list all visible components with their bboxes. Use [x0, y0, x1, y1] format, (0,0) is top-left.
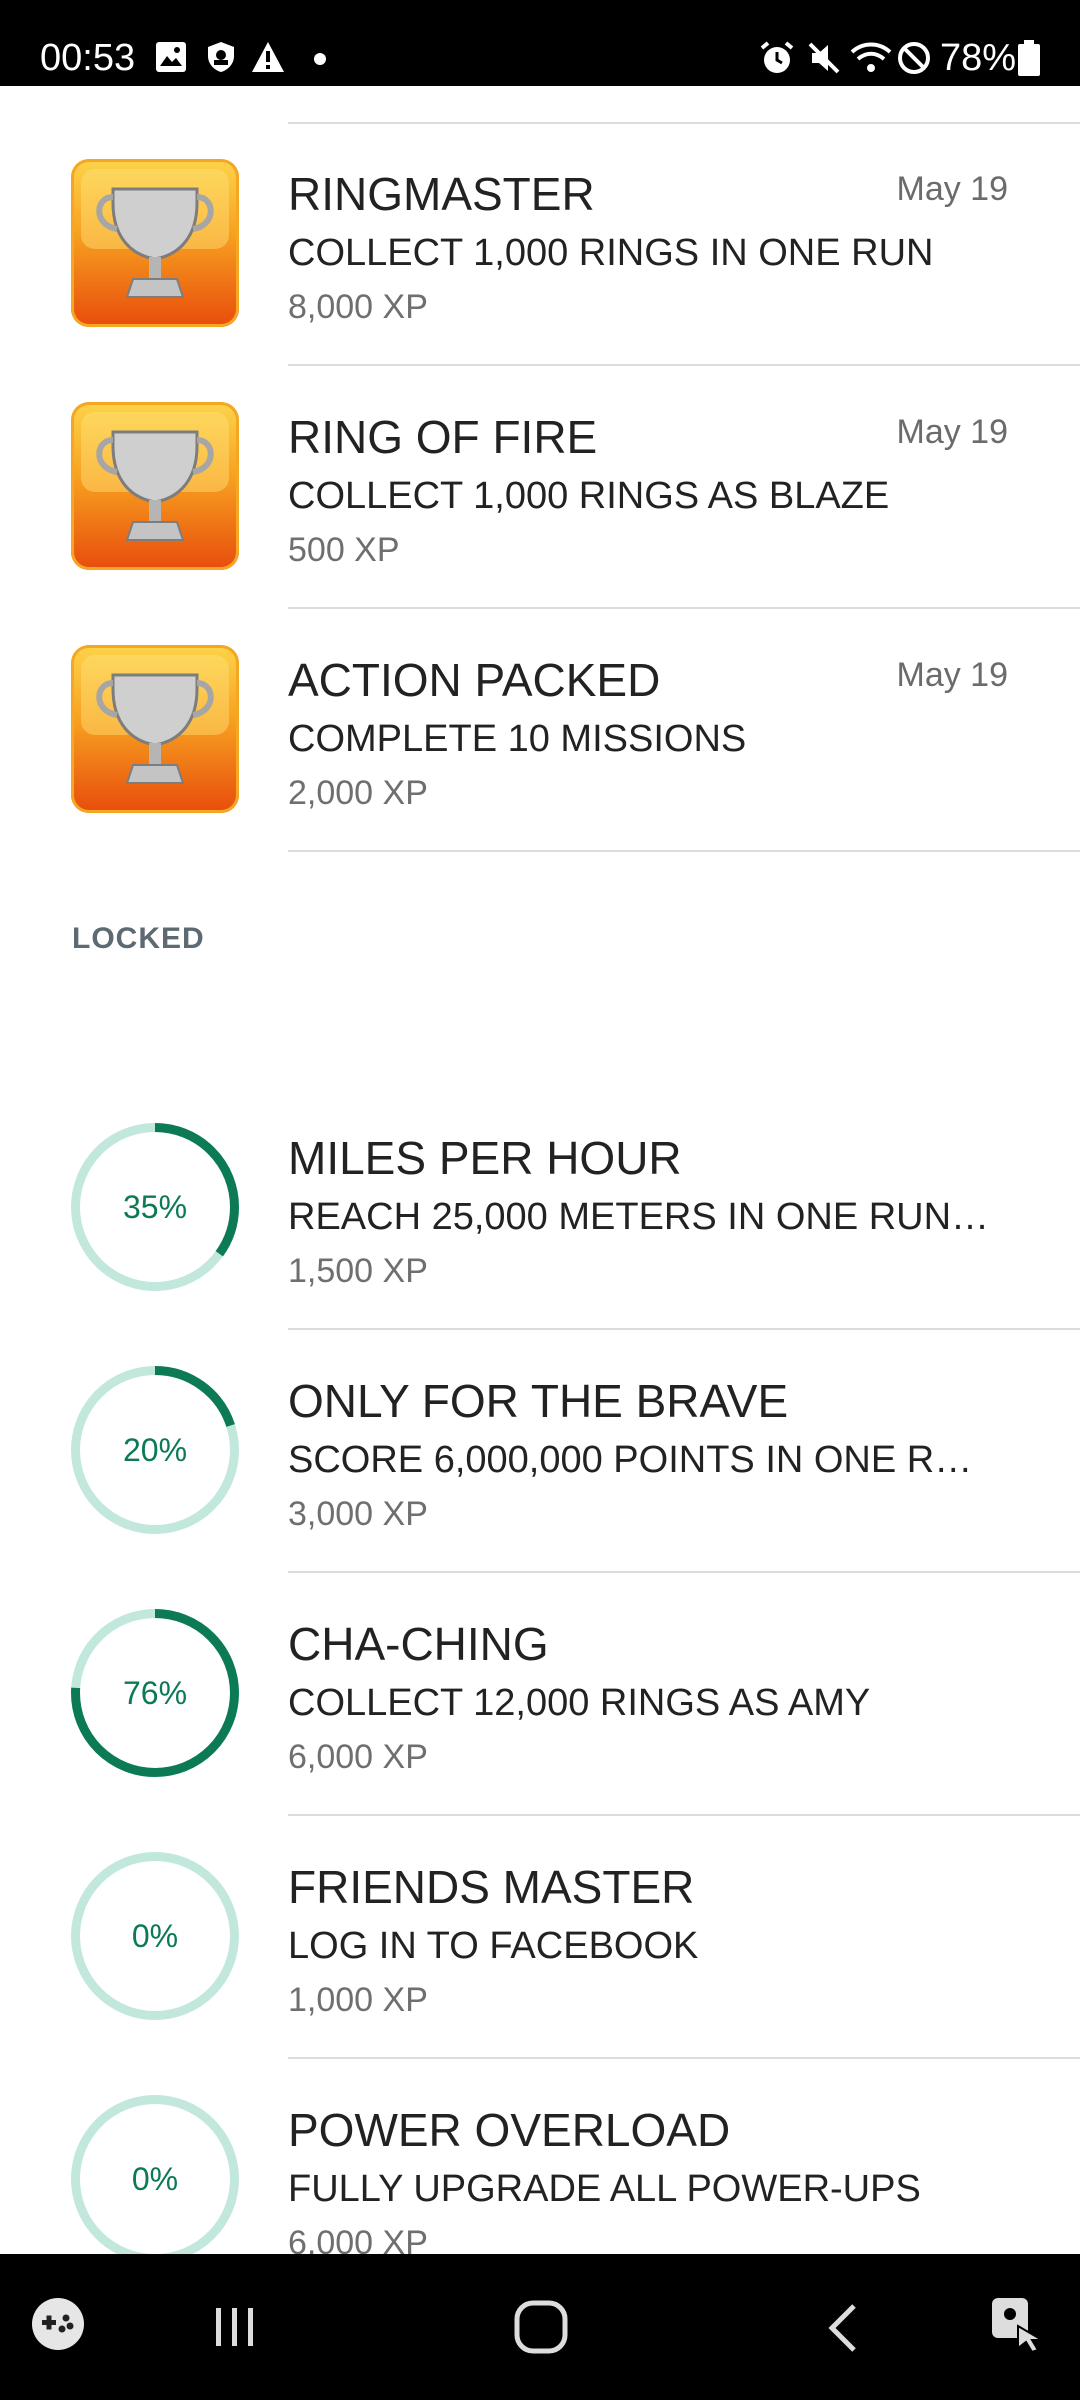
achievement-description: LOG IN TO FACEBOOK	[288, 1925, 699, 1967]
divider	[288, 850, 1080, 852]
section-header-locked: LOCKED	[72, 922, 205, 955]
achievement-row-locked[interactable]: 35% MILES PER HOUR REACH 25,000 METERS I…	[0, 1087, 1080, 1330]
dnd-icon	[896, 40, 932, 81]
achievement-row-locked[interactable]: 0% POWER OVERLOAD FULLY UPGRADE ALL POWE…	[0, 2059, 1080, 2254]
battery-icon	[1018, 40, 1040, 81]
achievement-xp: 2,000 XP	[288, 774, 428, 812]
achievement-row-locked[interactable]: 76% CHA-CHING COLLECT 12,000 RINGS AS AM…	[0, 1573, 1080, 1816]
achievement-title: CHA-CHING	[288, 1618, 549, 1670]
trophy-icon	[71, 402, 239, 570]
achievement-description: COLLECT 12,000 RINGS AS AMY	[288, 1682, 871, 1724]
achievement-row-unlocked[interactable]: RINGMASTER May 19 COLLECT 1,000 RINGS IN…	[0, 123, 1080, 366]
achievement-title: RING OF FIRE	[288, 411, 598, 463]
home-icon[interactable]	[512, 2298, 570, 2361]
achievement-xp: 1,000 XP	[288, 1981, 428, 2019]
progress-ring: 35%	[71, 1123, 239, 1291]
progress-percent: 76%	[122, 1674, 188, 1711]
achievement-title: MILES PER HOUR	[288, 1132, 682, 1184]
achievement-title: ONLY FOR THE BRAVE	[288, 1375, 789, 1427]
battery-percent: 78%	[940, 37, 1017, 79]
progress-ring: 20%	[71, 1366, 239, 1534]
achievement-xp: 3,000 XP	[288, 1495, 428, 1533]
progress-ring: 0%	[71, 1852, 239, 2020]
progress-percent: 35%	[122, 1188, 188, 1225]
achievement-xp: 6,000 XP	[288, 2224, 428, 2254]
alarm-icon	[758, 40, 796, 81]
achievement-title: ACTION PACKED	[288, 654, 661, 706]
image-icon	[154, 40, 188, 79]
achievement-date: May 19	[896, 656, 1009, 694]
achievement-description: SCORE 6,000,000 POINTS IN ONE R…	[288, 1439, 973, 1481]
progress-ring: 76%	[71, 1609, 239, 1777]
achievement-xp: 500 XP	[288, 531, 400, 569]
achievement-row-unlocked[interactable]: ACTION PACKED May 19 COMPLETE 10 MISSION…	[0, 609, 1080, 852]
achievement-row-unlocked[interactable]: RING OF FIRE May 19 COLLECT 1,000 RINGS …	[0, 366, 1080, 609]
progress-percent: 0%	[131, 2160, 179, 2197]
recents-icon[interactable]	[210, 2302, 260, 2357]
achievement-title: POWER OVERLOAD	[288, 2104, 731, 2156]
navigation-bar	[0, 2254, 1080, 2400]
accessibility-icon[interactable]	[988, 2294, 1048, 2359]
achievement-xp: 6,000 XP	[288, 1738, 428, 1776]
achievement-title: FRIENDS MASTER	[288, 1861, 695, 1913]
wifi-icon	[850, 40, 892, 81]
achievement-description: COLLECT 1,000 RINGS AS BLAZE	[288, 475, 890, 517]
dot-icon	[314, 52, 326, 70]
trophy-icon	[71, 645, 239, 813]
mute-icon	[806, 40, 842, 81]
status-time: 00:53	[40, 37, 136, 79]
achievement-date: May 19	[896, 170, 1009, 208]
achievement-description: FULLY UPGRADE ALL POWER-UPS	[288, 2168, 921, 2210]
progress-ring: 0%	[71, 2095, 239, 2254]
achievement-description: REACH 25,000 METERS IN ONE RUN…	[288, 1196, 990, 1238]
game-launcher-icon[interactable]	[30, 2296, 86, 2357]
achievement-row-locked[interactable]: 0% FRIENDS MASTER LOG IN TO FACEBOOK 1,0…	[0, 1816, 1080, 2059]
achievement-title: RINGMASTER	[288, 168, 595, 220]
achievement-xp: 8,000 XP	[288, 288, 428, 326]
achievement-row-locked[interactable]: 20% ONLY FOR THE BRAVE SCORE 6,000,000 P…	[0, 1330, 1080, 1573]
progress-percent: 20%	[122, 1431, 188, 1468]
back-icon[interactable]	[822, 2300, 862, 2361]
achievement-date: May 19	[896, 413, 1009, 451]
achievement-description: COLLECT 1,000 RINGS IN ONE RUN	[288, 232, 934, 274]
vpn-icon	[204, 40, 238, 79]
warning-icon	[250, 40, 286, 79]
achievements-list[interactable]: RINGMASTER May 19 COLLECT 1,000 RINGS IN…	[0, 86, 1080, 2254]
progress-percent: 0%	[131, 1917, 179, 1954]
trophy-icon	[71, 159, 239, 327]
achievement-description: COMPLETE 10 MISSIONS	[288, 718, 747, 760]
achievement-xp: 1,500 XP	[288, 1252, 428, 1290]
status-bar: 00:53 78%	[0, 0, 1080, 86]
